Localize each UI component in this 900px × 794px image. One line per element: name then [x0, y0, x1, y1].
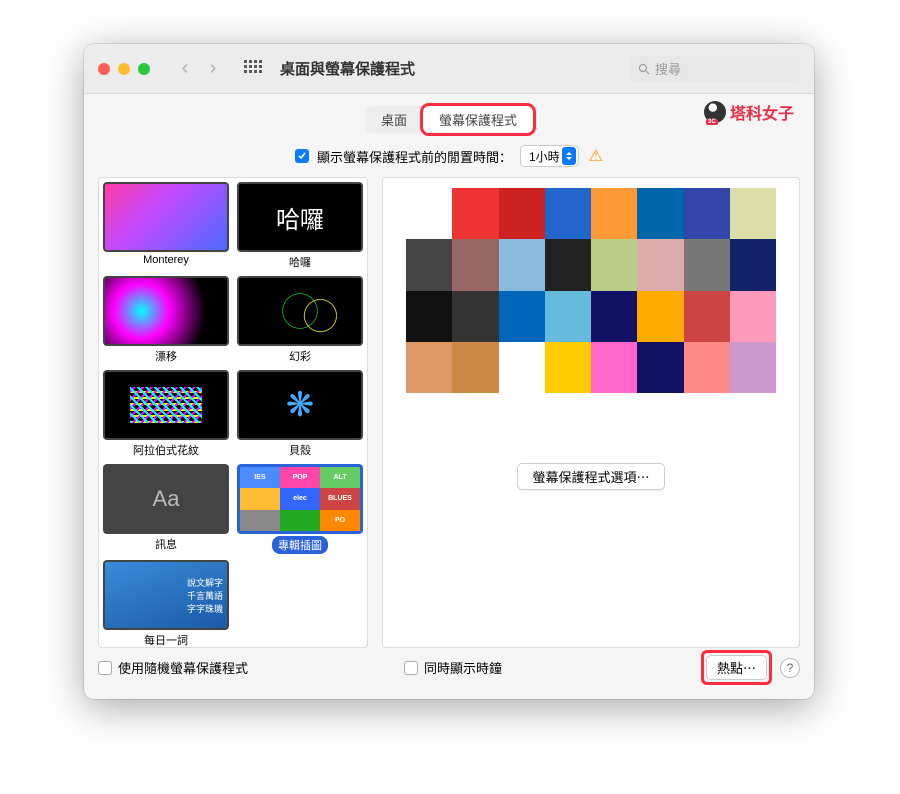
preview-tile: [730, 342, 776, 393]
idle-checkbox[interactable]: [295, 149, 309, 163]
preview-tile: [637, 291, 683, 342]
saver-item-arabesque[interactable]: 阿拉伯式花紋: [103, 370, 229, 458]
saver-label: 哈囉: [237, 254, 363, 270]
saver-thumb: [237, 370, 363, 440]
saver-item-hello[interactable]: 哈囉哈囉: [237, 182, 363, 270]
tab-desktop[interactable]: 桌面: [365, 106, 423, 133]
saver-label: 貝殼: [237, 442, 363, 458]
saver-thumb: [103, 276, 229, 346]
preview-tile: [499, 342, 545, 393]
saver-thumb: 哈囉: [237, 182, 363, 252]
idle-time-value: 1小時: [529, 148, 560, 165]
preview-tile: [406, 188, 452, 239]
saver-item-shell[interactable]: 貝殼: [237, 370, 363, 458]
saver-label: Monterey: [103, 254, 229, 266]
preview-tile: [637, 342, 683, 393]
preview-tile: [684, 342, 730, 393]
preview-tile: [545, 342, 591, 393]
segmented-control: 桌面 螢幕保護程式: [365, 106, 533, 133]
screensaver-preview: [406, 188, 776, 393]
footer: 使用隨機螢幕保護程式 同時顯示時鐘 熱點⋯ ?: [98, 650, 800, 685]
preview-tile: [684, 188, 730, 239]
preview-tile: [591, 188, 637, 239]
preview-tile: [730, 188, 776, 239]
idle-time-select[interactable]: 1小時: [520, 145, 579, 167]
saver-item-fantasy[interactable]: 幻彩: [237, 276, 363, 364]
zoom-icon[interactable]: [138, 63, 150, 75]
search-icon: [638, 63, 650, 75]
saver-item-album[interactable]: IESPOPALTelecBLUESPO 專輯插圖: [237, 464, 363, 554]
preview-tile: [591, 291, 637, 342]
warning-icon: ⚠: [589, 146, 603, 166]
saver-thumb: [237, 276, 363, 346]
saver-item-drift[interactable]: 漂移: [103, 276, 229, 364]
watermark-text: 塔科女子: [730, 100, 794, 124]
saver-label: 專輯插圖: [272, 536, 328, 554]
preview-tile: [406, 342, 452, 393]
preview-tile: [545, 188, 591, 239]
preview-tile: [730, 291, 776, 342]
search-placeholder: 搜尋: [655, 59, 681, 78]
minimize-icon[interactable]: [118, 63, 130, 75]
screensaver-options-button[interactable]: 螢幕保護程式選項⋯: [517, 463, 664, 490]
preview-tile: [545, 291, 591, 342]
content-area: Monterey哈囉哈囉漂移幻彩阿拉伯式花紋貝殼Aa訊息IESPOPALTele…: [84, 177, 814, 662]
saver-list[interactable]: Monterey哈囉哈囉漂移幻彩阿拉伯式花紋貝殼Aa訊息IESPOPALTele…: [98, 177, 368, 648]
preview-tile: [452, 291, 498, 342]
preview-panel: 螢幕保護程式選項⋯: [382, 177, 800, 648]
saver-label: 訊息: [103, 536, 229, 552]
saver-label: 漂移: [103, 348, 229, 364]
preview-tile: [684, 239, 730, 290]
random-checkbox[interactable]: [98, 661, 112, 675]
saver-label: 幻彩: [237, 348, 363, 364]
titlebar: ‹ › 桌面與螢幕保護程式 搜尋: [84, 44, 814, 94]
preview-tile: [637, 188, 683, 239]
preview-tile: [452, 188, 498, 239]
saver-thumb: [103, 182, 229, 252]
saver-item-message[interactable]: Aa 訊息: [103, 464, 229, 554]
tab-screensaver[interactable]: 螢幕保護程式: [423, 106, 533, 133]
preview-tile: [406, 239, 452, 290]
preview-tile: [730, 239, 776, 290]
preview-tile: [452, 342, 498, 393]
system-prefs-window: ‹ › 桌面與螢幕保護程式 搜尋 塔科女子 桌面 螢幕保護程式 顯示螢幕保護程式…: [84, 44, 814, 699]
clock-checkbox[interactable]: [404, 661, 418, 675]
saver-thumb: [103, 370, 229, 440]
clock-label: 同時顯示時鐘: [424, 658, 502, 677]
preview-tile: [591, 239, 637, 290]
stepper-icon: [562, 147, 576, 165]
help-button[interactable]: ?: [780, 658, 800, 678]
forward-button[interactable]: ›: [200, 56, 226, 82]
back-button[interactable]: ‹: [172, 56, 198, 82]
traffic-lights: [98, 63, 150, 75]
preview-tile: [591, 342, 637, 393]
search-field[interactable]: 搜尋: [630, 56, 800, 82]
saver-item-word[interactable]: 說文解字千言萬語字字珠璣每日一詞: [103, 560, 229, 648]
saver-label: 每日一詞: [103, 632, 229, 648]
preview-tile: [452, 239, 498, 290]
close-icon[interactable]: [98, 63, 110, 75]
watermark: 塔科女子: [704, 100, 794, 124]
preview-tile: [637, 239, 683, 290]
saver-thumb: IESPOPALTelecBLUESPO: [237, 464, 363, 534]
preview-tile: [499, 239, 545, 290]
preview-tile: [499, 188, 545, 239]
saver-item-monterey[interactable]: Monterey: [103, 182, 229, 270]
saver-thumb: Aa: [103, 464, 229, 534]
saver-thumb: 說文解字千言萬語字字珠璣: [103, 560, 229, 630]
window-title: 桌面與螢幕保護程式: [280, 58, 415, 79]
idle-label: 顯示螢幕保護程式前的閒置時間：: [317, 147, 512, 166]
nav-buttons: ‹ ›: [172, 56, 226, 82]
hotcorners-highlight: 熱點⋯: [701, 650, 772, 685]
show-all-icon[interactable]: [244, 60, 262, 78]
preview-tile: [684, 291, 730, 342]
random-label: 使用隨機螢幕保護程式: [118, 658, 248, 677]
idle-time-row: 顯示螢幕保護程式前的閒置時間： 1小時 ⚠: [84, 141, 814, 177]
preview-tile: [406, 291, 452, 342]
watermark-avatar-icon: [704, 101, 726, 123]
preview-tile: [499, 291, 545, 342]
preview-tile: [545, 239, 591, 290]
saver-label: 阿拉伯式花紋: [103, 442, 229, 458]
hotcorners-button[interactable]: 熱點⋯: [706, 655, 767, 680]
